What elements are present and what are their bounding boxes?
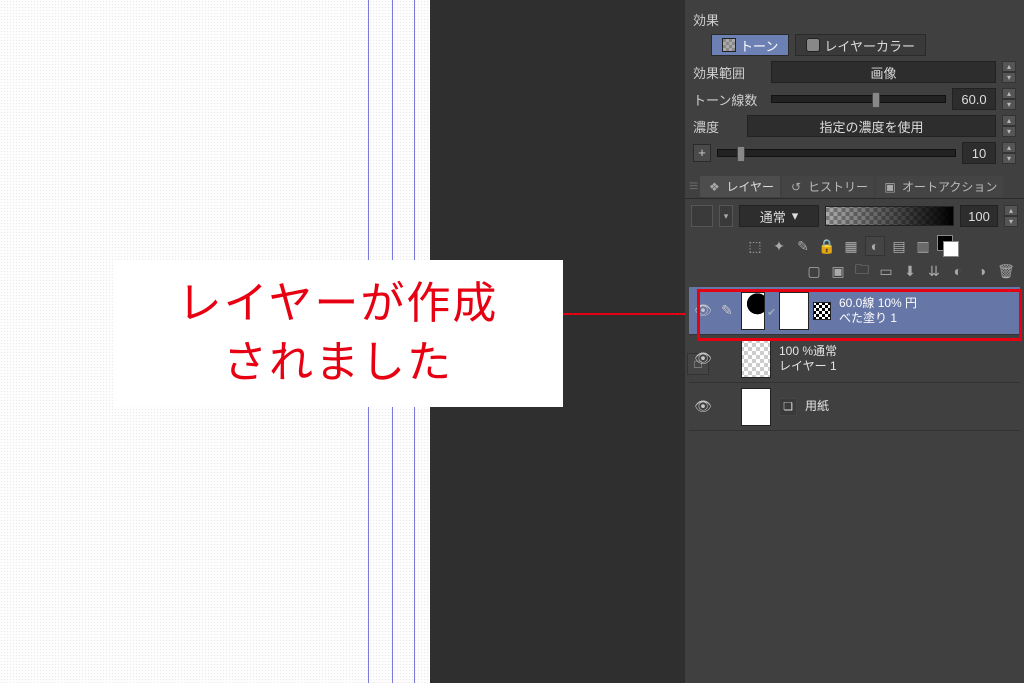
density-spinner[interactable]: ▴▾ — [1002, 115, 1016, 137]
edit-target-icon[interactable] — [717, 399, 737, 415]
layercolor-icon[interactable]: ▥ — [913, 236, 933, 256]
density-label: 濃度 — [693, 117, 741, 136]
paper-icon: ❏ — [779, 398, 797, 416]
blend-row: ▾ 通常▾ 100 ▴▾ — [685, 199, 1024, 233]
add-effect-button[interactable]: + — [693, 144, 711, 162]
layer-name: べた塗り 1 — [839, 311, 917, 326]
mask-icon[interactable]: ◐ — [865, 236, 885, 256]
layer-meta: 100 %通常 — [779, 344, 837, 359]
layer-thumbnail[interactable] — [741, 292, 765, 330]
edit-target-icon[interactable]: ✎ — [717, 302, 737, 319]
layer-properties-panel: 効果 トーン レイヤーカラー 効果範囲 画像 ▴▾ トーン線数 60.0 ▴▾ … — [685, 0, 1024, 165]
delete-layer-icon[interactable]: 🗑 — [996, 261, 1016, 281]
new-frame-icon[interactable]: ▭ — [876, 261, 896, 281]
autoaction-icon: ▣ — [882, 179, 898, 195]
range-spinner[interactable]: ▴▾ — [1002, 61, 1016, 83]
side-panel: 効果 トーン レイヤーカラー 効果範囲 画像 ▴▾ トーン線数 60.0 ▴▾ … — [685, 0, 1024, 683]
tone-lines-label: トーン線数 — [693, 90, 765, 109]
effects-label: 効果 — [693, 10, 719, 29]
opacity-value[interactable]: 100 — [960, 205, 998, 227]
transfer-down-icon[interactable]: ⬇ — [900, 261, 920, 281]
layer-tool-row-1: ⬚ ✦ ✎ 🔒 ▦ ◐ ▤ ▥ — [685, 233, 1024, 259]
clip-icon[interactable]: ⬚ — [745, 236, 765, 256]
effect-layercolor-toggle[interactable]: レイヤーカラー — [795, 34, 926, 56]
add-mask-icon[interactable]: ◐ — [948, 261, 968, 281]
blend-mode-select[interactable]: 通常▾ — [739, 205, 819, 227]
annotation-callout: レイヤーが作成 されました — [113, 260, 563, 407]
callout-line2: されました — [141, 333, 535, 392]
visibility-icon[interactable]: 👁 — [693, 302, 713, 319]
palette-color-more[interactable]: ▾ — [719, 205, 733, 227]
layer-row-paper[interactable]: 👁 ❏ 用紙 — [689, 383, 1020, 431]
layer-list: 👁 ✎ ✔ 60.0線 10% 円 べた塗り 1 👁 100 %通常 レイヤー … — [685, 283, 1024, 435]
layer-tool-row-2: ▢ ▣ 🗀 ▭ ⬇ ⇊ ◐ ◑ 🗑 — [685, 259, 1024, 283]
panel-grip-icon[interactable]: ≡ — [689, 178, 698, 196]
panel-tabs: ≡ ❖レイヤー ↺ヒストリー ▣オートアクション — [685, 175, 1024, 199]
layer-row-fill[interactable]: 👁 ✎ ✔ 60.0線 10% 円 べた塗り 1 — [689, 287, 1020, 335]
tab-layer[interactable]: ❖レイヤー — [700, 176, 780, 197]
layer-name: レイヤー 1 — [779, 359, 837, 374]
annotation-arrow — [563, 313, 695, 315]
layer-meta: 60.0線 10% 円 — [839, 296, 917, 311]
ref-icon[interactable]: ✦ — [769, 236, 789, 256]
merge-down-icon[interactable]: ⇊ — [924, 261, 944, 281]
opacity-slider[interactable] — [825, 206, 954, 226]
layer-thumbnail[interactable] — [741, 388, 771, 426]
chevron-down-icon: ▾ — [792, 208, 799, 224]
mask-thumbnail[interactable] — [779, 292, 809, 330]
tone-lines-spinner[interactable]: ▴▾ — [1002, 88, 1016, 110]
fg-bg-color-swatch[interactable] — [937, 235, 959, 257]
extra-spinner[interactable]: ▴▾ — [1002, 142, 1016, 164]
visibility-icon[interactable]: 👁 — [693, 350, 713, 367]
tab-autoaction[interactable]: ▣オートアクション — [876, 176, 1003, 197]
new-raster-layer-icon[interactable]: ▢ — [804, 261, 824, 281]
extra-slider[interactable] — [717, 149, 956, 157]
tone-lines-value[interactable]: 60.0 — [952, 88, 996, 110]
edit-target-icon[interactable] — [717, 351, 737, 367]
apply-mask-icon[interactable]: ◑ — [972, 261, 992, 281]
link-check-icon: ✔ — [767, 306, 777, 316]
tone-swatch-icon — [722, 38, 736, 52]
draft-icon[interactable]: ✎ — [793, 236, 813, 256]
visibility-set-icon[interactable]: ▦ — [841, 236, 861, 256]
visibility-icon[interactable]: 👁 — [693, 398, 713, 415]
effect-range-label: 効果範囲 — [693, 63, 765, 82]
new-folder-icon[interactable]: 🗀 — [852, 261, 872, 281]
extra-value[interactable]: 10 — [962, 142, 996, 164]
new-vector-layer-icon[interactable]: ▣ — [828, 261, 848, 281]
opacity-spinner[interactable]: ▴▾ — [1004, 205, 1018, 227]
effect-range-select[interactable]: 画像 — [771, 61, 996, 83]
tone-lines-slider[interactable] — [771, 95, 946, 103]
tab-history[interactable]: ↺ヒストリー — [782, 176, 874, 197]
lock-icon[interactable]: 🔒 — [817, 236, 837, 256]
tone-pattern-icon — [813, 302, 831, 320]
ruler-icon[interactable]: ▤ — [889, 236, 909, 256]
layers-icon: ❖ — [706, 179, 722, 195]
layercolor-swatch-icon — [806, 38, 820, 52]
layer-thumbnail[interactable] — [741, 340, 771, 378]
palette-color-button[interactable] — [691, 205, 713, 227]
density-select[interactable]: 指定の濃度を使用 — [747, 115, 996, 137]
callout-line1: レイヤーが作成 — [141, 274, 535, 333]
effect-tone-toggle[interactable]: トーン — [711, 34, 789, 56]
layer-name: 用紙 — [805, 399, 829, 414]
history-icon: ↺ — [788, 179, 804, 195]
layer-row-1[interactable]: 👁 100 %通常 レイヤー 1 — [689, 335, 1020, 383]
